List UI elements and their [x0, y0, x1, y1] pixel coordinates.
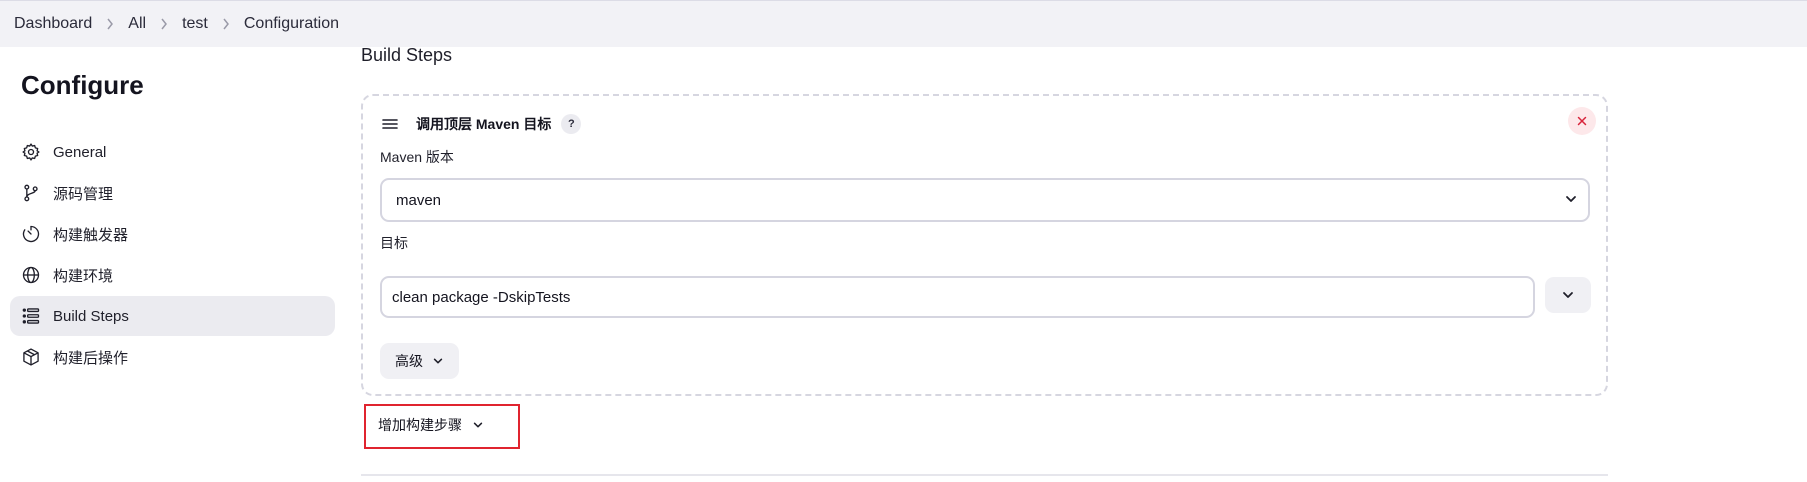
- delete-step-button[interactable]: [1568, 107, 1596, 135]
- maven-version-select[interactable]: maven: [380, 178, 1590, 222]
- sidebar-item-label: 构建后操作: [53, 349, 129, 367]
- sidebar-item-build-environment[interactable]: 构建环境: [10, 255, 335, 295]
- sidebar-item-build-steps[interactable]: Build Steps: [10, 296, 335, 336]
- sidebar-item-label: 源码管理: [53, 185, 114, 203]
- divider: [361, 474, 1608, 476]
- breadcrumb-configuration[interactable]: Configuration: [244, 15, 339, 33]
- build-step-card: 调用顶层 Maven 目标 ? Maven 版本 maven 目标 高级: [361, 94, 1608, 396]
- advanced-button[interactable]: 高级: [380, 343, 459, 379]
- sidebar-item-label: General: [53, 143, 107, 161]
- git-branch-icon: [21, 183, 41, 203]
- sidebar-item-label: 构建触发器: [53, 226, 129, 244]
- breadcrumb-dashboard[interactable]: Dashboard: [14, 15, 92, 33]
- breadcrumb: Dashboard All test Configuration: [0, 0, 1807, 47]
- chevron-right-icon: [222, 18, 230, 30]
- drag-handle-icon[interactable]: [381, 117, 399, 131]
- chevron-right-icon: [106, 18, 114, 30]
- chevron-right-icon: [160, 18, 168, 30]
- goals-label: 目标: [380, 235, 408, 251]
- maven-version-label: Maven 版本: [380, 149, 454, 165]
- sidebar-nav: General 源码管理 构建触发器 构建环境 Build Steps 构建后操…: [10, 132, 335, 378]
- expand-goals-button[interactable]: [1545, 277, 1591, 313]
- breadcrumb-all[interactable]: All: [128, 15, 146, 33]
- step-header: 调用顶层 Maven 目标 ?: [381, 112, 582, 136]
- step-title: 调用顶层 Maven 目标: [416, 116, 552, 132]
- package-icon: [21, 347, 41, 367]
- breadcrumb-test[interactable]: test: [182, 15, 208, 33]
- maven-version-value: maven: [396, 191, 442, 209]
- page-title: Configure: [21, 70, 144, 100]
- gear-icon: [21, 142, 41, 162]
- advanced-label: 高级: [395, 353, 423, 369]
- sidebar-item-general[interactable]: General: [10, 132, 335, 172]
- close-icon: [1577, 116, 1587, 126]
- goals-input[interactable]: [380, 276, 1535, 318]
- list-icon: [21, 306, 41, 326]
- add-build-step-button[interactable]: 增加构建步骤: [366, 407, 496, 443]
- sidebar-item-scm[interactable]: 源码管理: [10, 173, 335, 213]
- section-title: Build Steps: [361, 45, 453, 65]
- timer-icon: [21, 224, 41, 244]
- chevron-down-icon: [433, 358, 443, 364]
- chevron-down-icon: [473, 422, 483, 428]
- chevron-down-icon: [1564, 192, 1578, 210]
- sidebar-item-label: 构建环境: [53, 267, 114, 285]
- sidebar-item-post-build[interactable]: 构建后操作: [10, 337, 335, 377]
- globe-icon: [21, 265, 41, 285]
- add-build-step-label: 增加构建步骤: [378, 417, 462, 433]
- sidebar-item-label: Build Steps: [53, 307, 129, 325]
- sidebar-item-build-triggers[interactable]: 构建触发器: [10, 214, 335, 254]
- help-icon[interactable]: ?: [561, 114, 582, 134]
- chevron-down-icon: [1563, 292, 1573, 298]
